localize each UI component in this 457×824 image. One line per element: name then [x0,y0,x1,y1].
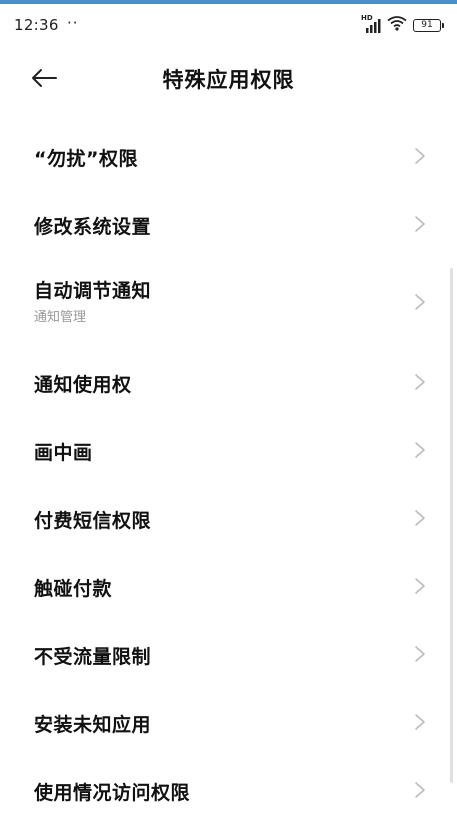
list-item-tap-and-pay[interactable]: 触碰付款 [0,552,457,620]
chevron-right-icon [415,294,425,310]
item-label: 触碰付款 [34,578,113,600]
list-item-install-unknown-apps[interactable]: 安装未知应用 [0,688,457,756]
list-item-dnd-permission[interactable]: “勿扰”权限 [0,122,457,190]
battery-level: 91 [421,19,433,30]
item-label: 自动调节通知 [34,280,152,302]
header: 特殊应用权限 [0,44,457,112]
item-label: 修改系统设置 [34,216,152,238]
list-item-adaptive-notifications[interactable]: 自动调节通知 通知管理 [0,258,457,348]
hd-label: HD [361,14,373,22]
item-label: “勿扰”权限 [34,148,138,170]
status-bar: 12:36 ·· HD 91 [0,4,457,44]
item-label: 通知使用权 [34,374,132,396]
item-subtitle: 通知管理 [34,310,87,325]
page-title: 特殊应用权限 [162,68,295,92]
battery-icon: 91 [413,18,444,32]
list-item-picture-in-picture[interactable]: 画中画 [0,416,457,484]
list-item-premium-sms[interactable]: 付费短信权限 [0,484,457,552]
chevron-right-icon [415,148,425,164]
chevron-right-icon [415,442,425,458]
item-label: 安装未知应用 [34,714,152,736]
item-label: 不受流量限制 [34,646,152,668]
chevron-right-icon [415,646,425,662]
notification-dots: ·· [67,14,79,32]
list-item-notification-access[interactable]: 通知使用权 [0,348,457,416]
chevron-right-icon [415,782,425,798]
scrollbar[interactable] [450,268,453,783]
list-item-unrestricted-data[interactable]: 不受流量限制 [0,620,457,688]
list-item-modify-system-settings[interactable]: 修改系统设置 [0,190,457,258]
status-time: 12:36 [14,16,59,34]
status-icons: HD 91 [361,14,444,35]
permissions-list: “勿扰”权限 修改系统设置 自动调节通知 通知管理 通知使用权 画中画 付费短信… [0,122,457,824]
item-label: 使用情况访问权限 [34,782,191,804]
chevron-right-icon [415,216,425,232]
chevron-right-icon [415,578,425,594]
chevron-right-icon [415,714,425,730]
signal-icon: HD [361,14,381,33]
item-label: 付费短信权限 [34,510,152,532]
wifi-icon [387,15,407,35]
chevron-right-icon [415,510,425,526]
item-label: 画中画 [34,442,93,464]
list-item-usage-access[interactable]: 使用情况访问权限 [0,756,457,824]
chevron-right-icon [415,374,425,390]
